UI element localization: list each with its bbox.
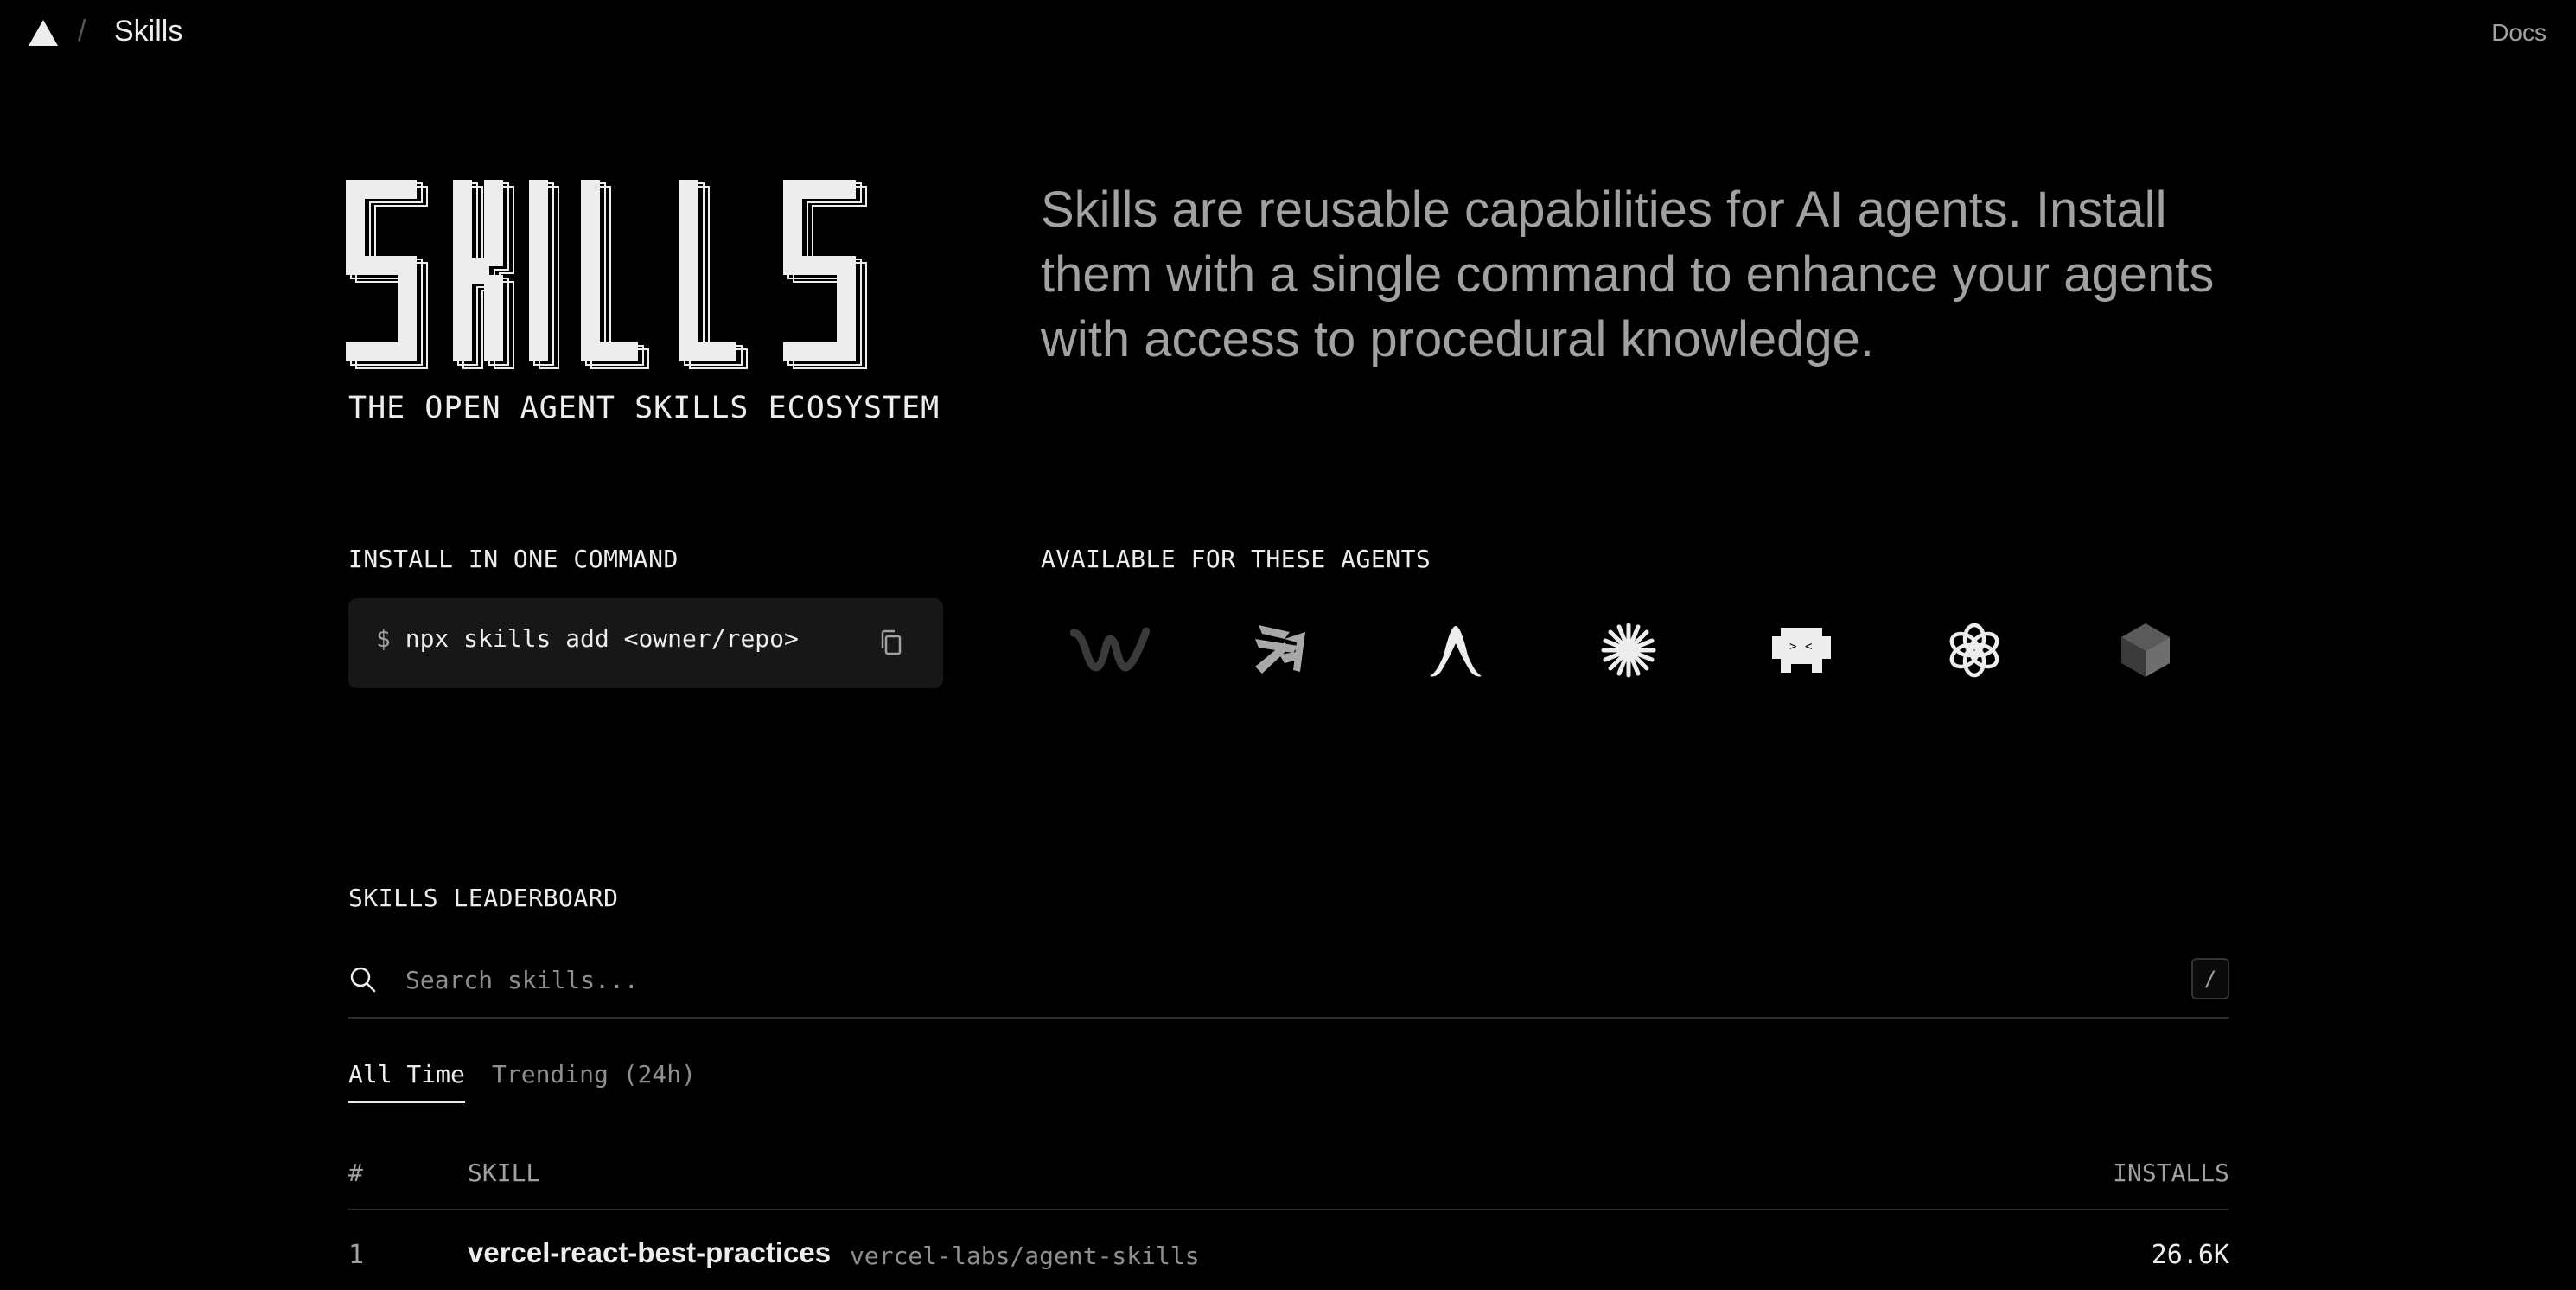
openai-codex-icon[interactable] xyxy=(1933,619,2016,681)
search-bar: / xyxy=(348,951,2229,1019)
search-shortcut-key: / xyxy=(2191,958,2229,999)
row-installs: 26.6K xyxy=(2151,1240,2229,1270)
tab-all-time[interactable]: All Time xyxy=(348,1060,465,1103)
hero-tagline: THE OPEN AGENT SKILLS ECOSYSTEM xyxy=(348,391,940,425)
agents-label: AVAILABLE FOR THESE AGENTS xyxy=(1041,545,1431,573)
windsurf-icon[interactable] xyxy=(1068,619,1151,681)
breadcrumb-separator: / xyxy=(78,15,86,48)
tab-trending-24h[interactable]: Trending (24h) xyxy=(492,1060,696,1101)
table-header: # SKILL INSTALLS xyxy=(348,1155,2229,1210)
install-command-box[interactable]: $ npx skills add <owner/repo> xyxy=(348,598,943,688)
page-title[interactable]: Skills xyxy=(114,14,182,48)
row-skill-name[interactable]: vercel-react-best-practices xyxy=(468,1236,831,1269)
search-icon xyxy=(350,967,376,993)
install-label: INSTALL IN ONE COMMAND xyxy=(348,545,679,573)
command-prompt: $ xyxy=(376,624,391,653)
command-text: npx skills add <owner/repo> xyxy=(405,624,799,653)
gemini-cli-icon[interactable]: > < xyxy=(1760,619,1843,681)
table-row[interactable]: 1 vercel-react-best-practices vercel-lab… xyxy=(348,1235,2229,1290)
amp-icon[interactable] xyxy=(1240,619,1323,681)
column-header-installs: INSTALLS xyxy=(2113,1159,2229,1187)
row-skill-repo: vercel-labs/agent-skills xyxy=(850,1242,1200,1270)
install-command[interactable]: $ npx skills add <owner/repo> xyxy=(376,624,799,653)
column-header-skill: SKILL xyxy=(468,1159,541,1187)
cursor-icon[interactable] xyxy=(2104,619,2187,681)
leaderboard-label: SKILLS LEADERBOARD xyxy=(348,884,619,912)
search-input[interactable] xyxy=(404,958,2046,1001)
svg-text:>: > xyxy=(1789,640,1796,654)
row-rank: 1 xyxy=(348,1240,365,1270)
svg-text:<: < xyxy=(1805,640,1812,654)
claude-code-icon[interactable] xyxy=(1587,619,1670,681)
vercel-triangle-icon[interactable] xyxy=(28,19,59,47)
copy-icon[interactable] xyxy=(874,626,909,661)
docs-link[interactable]: Docs xyxy=(2491,17,2547,48)
antigravity-icon[interactable] xyxy=(1414,619,1497,681)
skills-wordmark-logo xyxy=(346,180,867,369)
hero-description: Skills are reusable capabilities for AI … xyxy=(1041,182,2215,367)
column-header-rank: # xyxy=(348,1159,363,1187)
top-nav: / Skills Docs xyxy=(0,0,2576,66)
